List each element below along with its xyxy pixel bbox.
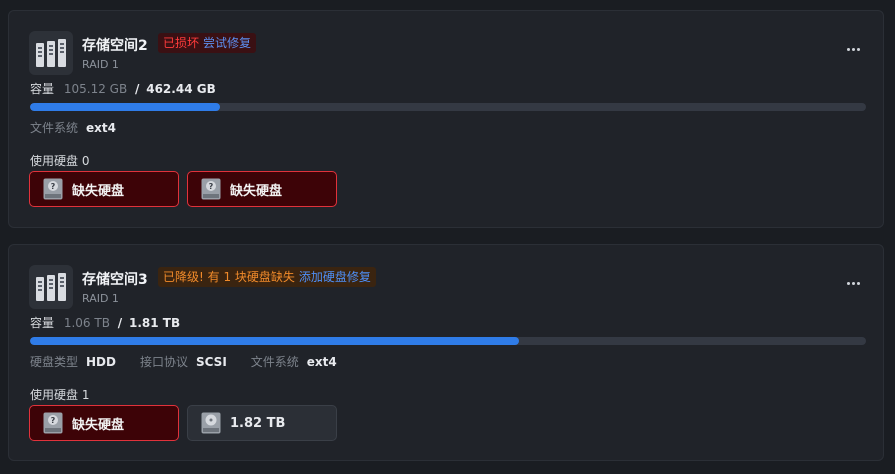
disk-list: ? 缺失硬盘 1.82 TB bbox=[29, 405, 337, 441]
capacity-bar bbox=[30, 103, 866, 111]
missing-disk-icon: ? bbox=[43, 412, 63, 434]
storage-pool-card: 存储空间2 已损坏 尝试修复 RAID 1 容量 105.12 GB / 462.… bbox=[8, 10, 884, 228]
disk-item-missing[interactable]: ? 缺失硬盘 bbox=[187, 171, 337, 207]
meta-key: 接口协议 bbox=[139, 355, 188, 369]
storage-pool-icon bbox=[29, 31, 73, 75]
capacity-label: 容量 bbox=[30, 82, 55, 96]
meta-filesystem: 文件系统 ext4 bbox=[30, 119, 116, 136]
meta-key: 文件系统 bbox=[30, 121, 79, 135]
add-disk-repair-link[interactable]: 添加硬盘修复 bbox=[299, 270, 371, 284]
svg-text:?: ? bbox=[51, 182, 56, 191]
meta-row: 文件系统 ext4 bbox=[30, 119, 116, 136]
missing-disk-icon: ? bbox=[43, 178, 63, 200]
disk-label: 缺失硬盘 bbox=[72, 417, 125, 433]
capacity-row: 容量 1.06 TB / 1.81 TB bbox=[30, 314, 180, 331]
missing-disk-icon: ? bbox=[201, 178, 221, 200]
raid-level: RAID 1 bbox=[82, 292, 119, 305]
meta-key: 硬盘类型 bbox=[30, 355, 79, 369]
meta-value: SCSI bbox=[196, 355, 227, 369]
svg-text:?: ? bbox=[209, 182, 214, 191]
pool-title: 存储空间3 bbox=[82, 272, 148, 288]
svg-text:?: ? bbox=[51, 416, 56, 425]
status-badge: 已降级! 有 1 块硬盘缺失 添加硬盘修复 bbox=[158, 267, 376, 287]
capacity-separator: / bbox=[117, 316, 123, 330]
capacity-bar bbox=[30, 337, 866, 345]
raid-level: RAID 1 bbox=[82, 58, 119, 71]
disk-item[interactable]: 1.82 TB bbox=[187, 405, 337, 441]
pool-title: 存储空间2 bbox=[82, 38, 148, 54]
more-horizontal-icon[interactable] bbox=[843, 275, 863, 291]
meta-disk-type: 硬盘类型 HDD bbox=[30, 353, 116, 370]
status-badge: 已损坏 尝试修复 bbox=[158, 33, 257, 53]
status-error-text: 已损坏 bbox=[163, 36, 200, 50]
disks-label: 使用硬盘 1 bbox=[30, 388, 90, 402]
meta-value: ext4 bbox=[86, 121, 116, 135]
more-horizontal-icon[interactable] bbox=[843, 41, 863, 57]
disk-label: 缺失硬盘 bbox=[230, 183, 283, 199]
repair-link[interactable]: 尝试修复 bbox=[203, 36, 251, 50]
disk-list: ? 缺失硬盘 ? 缺失硬盘 bbox=[29, 171, 337, 207]
meta-filesystem: 文件系统 ext4 bbox=[251, 353, 337, 370]
hdd-icon bbox=[201, 412, 221, 434]
capacity-bar-fill bbox=[30, 103, 220, 111]
storage-pool-icon bbox=[29, 265, 73, 309]
capacity-used: 1.06 TB bbox=[63, 316, 110, 330]
capacity-separator: / bbox=[135, 82, 140, 96]
disk-label: 缺失硬盘 bbox=[72, 183, 125, 199]
capacity-total: 1.81 TB bbox=[129, 316, 181, 330]
meta-value: ext4 bbox=[306, 355, 337, 369]
capacity-row: 容量 105.12 GB / 462.44 GB bbox=[30, 80, 216, 97]
storage-pool-card: 存储空间3 已降级! 有 1 块硬盘缺失 添加硬盘修复 RAID 1 容量 1.0… bbox=[8, 244, 884, 461]
capacity-total: 462.44 GB bbox=[146, 82, 216, 96]
disk-item-missing[interactable]: ? 缺失硬盘 bbox=[29, 171, 179, 207]
meta-value: HDD bbox=[86, 355, 116, 369]
meta-interface: 接口协议 SCSI bbox=[140, 353, 227, 370]
disks-label: 使用硬盘 0 bbox=[30, 154, 90, 168]
meta-key: 文件系统 bbox=[250, 355, 299, 369]
disk-label: 1.82 TB bbox=[230, 415, 286, 431]
capacity-label: 容量 bbox=[30, 316, 55, 330]
capacity-bar-fill bbox=[30, 337, 520, 345]
capacity-used: 105.12 GB bbox=[63, 82, 128, 96]
status-warning-text: 已降级! 有 1 块硬盘缺失 bbox=[163, 270, 295, 284]
meta-row: 硬盘类型 HDD 接口协议 SCSI 文件系统 ext4 bbox=[30, 353, 337, 370]
disk-item-missing[interactable]: ? 缺失硬盘 bbox=[29, 405, 179, 441]
